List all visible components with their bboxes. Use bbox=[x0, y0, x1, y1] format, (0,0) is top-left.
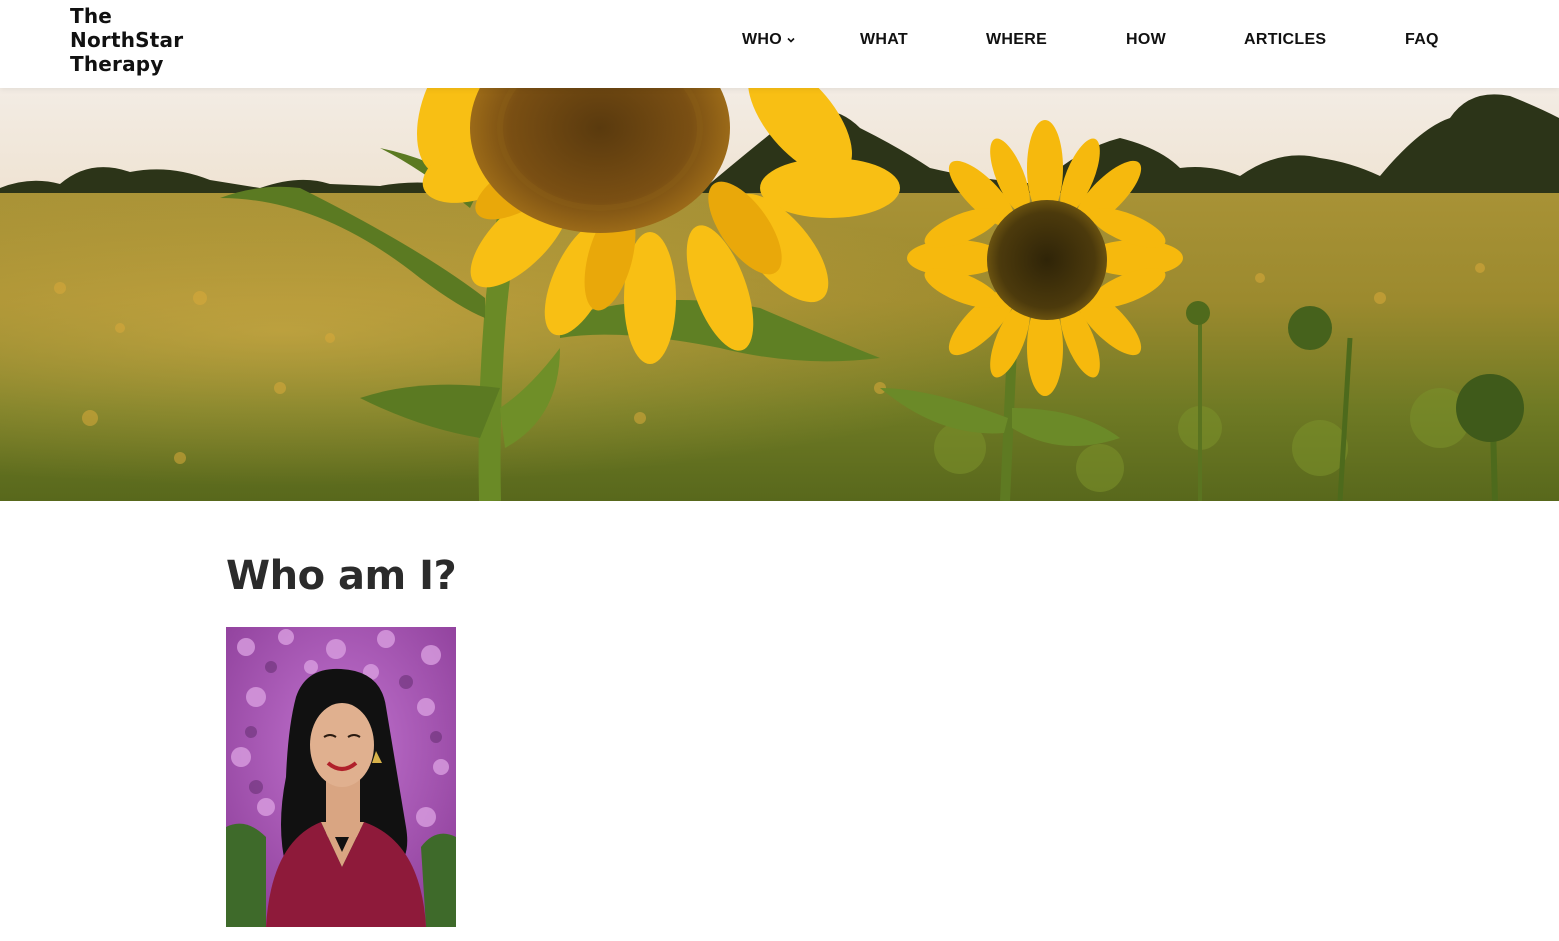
chevron-down-icon bbox=[787, 37, 795, 43]
nav-item-articles-label: ARTICLES bbox=[1244, 31, 1327, 48]
nav-item-faq-label: FAQ bbox=[1405, 31, 1439, 48]
nav-item-faq[interactable]: FAQ bbox=[1405, 30, 1439, 50]
hero-banner bbox=[0, 88, 1559, 501]
nav-item-who[interactable]: WHO bbox=[742, 30, 796, 50]
page-title: Who am I? bbox=[226, 553, 457, 599]
nav-item-how[interactable]: HOW bbox=[1126, 30, 1166, 50]
nav-item-what[interactable]: WHAT bbox=[860, 30, 908, 50]
nav-item-articles[interactable]: ARTICLES bbox=[1244, 30, 1326, 50]
site-header: The NorthStar Therapy WHO WHAT WHERE HOW… bbox=[0, 0, 1559, 88]
nav-item-where[interactable]: WHERE bbox=[986, 30, 1047, 50]
logo-line-1: The bbox=[70, 4, 113, 28]
nav-item-where-label: WHERE bbox=[986, 31, 1048, 48]
logo-line-3: Therapy bbox=[70, 52, 164, 76]
nav-item-what-label: WHAT bbox=[860, 31, 908, 48]
therapist-portrait bbox=[226, 627, 456, 927]
portrait-image bbox=[226, 627, 456, 927]
nav-item-how-label: HOW bbox=[1126, 31, 1167, 48]
sunflower-field-image bbox=[0, 88, 1559, 501]
nav-item-who-label: WHO bbox=[742, 31, 783, 48]
main-nav: WHO WHAT WHERE HOW ARTICLES FAQ bbox=[0, 30, 1559, 52]
